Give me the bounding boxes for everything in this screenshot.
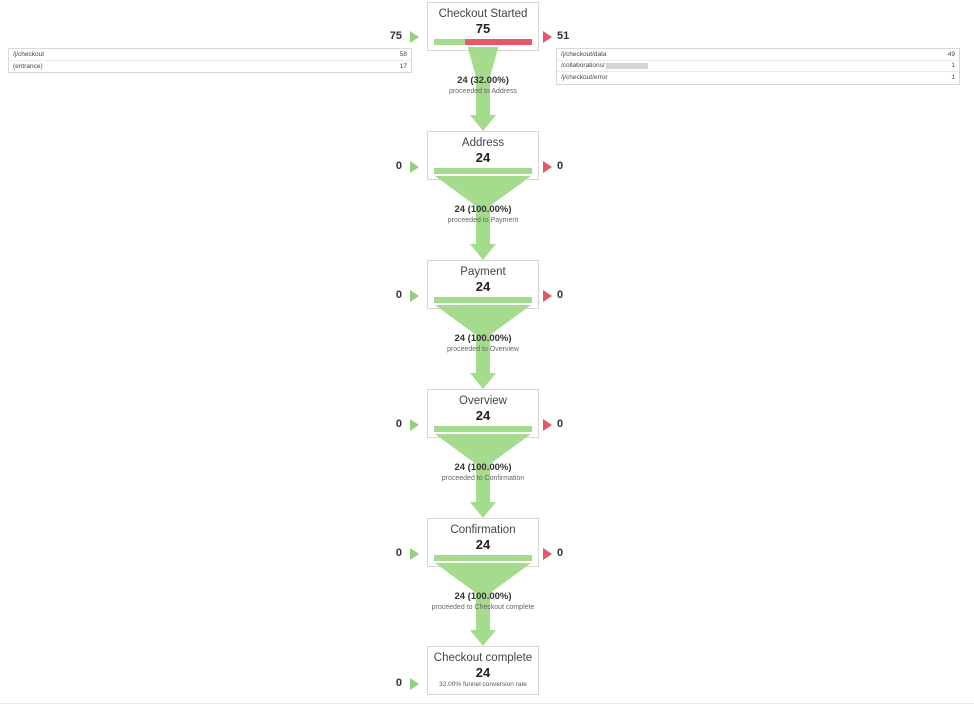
stage-exits-count: 0 <box>557 289 564 301</box>
stage-value: 24 <box>475 279 491 294</box>
exit-destination-label: /j/checkout/error <box>561 74 608 82</box>
stage-value: 24 <box>475 150 491 165</box>
stage-value: 75 <box>475 21 491 36</box>
flow-count-and-percent: 24 (100.00%) <box>454 591 512 602</box>
bottom-divider <box>0 703 974 704</box>
entries-arrow-icon <box>410 678 419 690</box>
stage-title: Checkout Started <box>438 8 528 20</box>
flow-label: 24 (100.00%) proceeded to Checkout comple… <box>363 591 603 613</box>
stage-progress-bar <box>434 168 532 174</box>
stage-title: Address <box>461 137 505 149</box>
flow-description: proceeded to Confirmation <box>441 475 525 482</box>
funnel-stage[interactable]: Confirmation 24 <box>427 518 539 567</box>
exit-destination-row[interactable]: /j/checkout/data 49 <box>557 49 959 61</box>
funnel-conversion-rate: 32.00% funnel conversion rate <box>439 681 527 688</box>
stage-title: Overview <box>459 395 507 407</box>
entries-arrow-icon <box>410 290 419 302</box>
entries-arrow-icon <box>410 161 419 173</box>
entry-source-label: /j/checkout <box>13 50 45 58</box>
funnel-stage[interactable]: Overview 24 <box>427 389 539 438</box>
entry-sources-table: /j/checkout 58 (entrance) 17 <box>8 48 412 73</box>
stage-title: Confirmation <box>450 524 516 536</box>
entries-arrow-icon <box>410 31 419 43</box>
exits-arrow-icon <box>543 290 552 302</box>
entries-arrow-icon <box>410 419 419 431</box>
stage-progress-bar <box>434 39 532 45</box>
funnel-stage[interactable]: Checkout complete 24 32.00% funnel convers… <box>427 646 539 695</box>
stage-entries-count: 0 <box>395 160 402 172</box>
progress-segment-proceeded <box>434 426 532 432</box>
exit-destination-value: 1 <box>951 74 955 82</box>
redacted-path-block <box>605 62 648 69</box>
flow-label: 24 (100.00%) proceeded to Confirmation <box>363 462 603 484</box>
exits-arrow-icon <box>543 161 552 173</box>
exits-arrow-icon <box>543 419 552 431</box>
stage-value: 24 <box>475 537 491 552</box>
funnel-stage[interactable]: Address 24 <box>427 131 539 180</box>
stage-title: Checkout complete <box>433 652 533 664</box>
flow-description: proceeded to Payment <box>447 217 519 224</box>
exits-arrow-icon <box>543 31 552 43</box>
stage-entries-count: 75 <box>389 30 402 42</box>
funnel-stage[interactable]: Checkout Started 75 <box>427 2 539 51</box>
stage-entries-count: 0 <box>395 418 402 430</box>
entry-source-row[interactable]: (entrance) 17 <box>9 61 411 73</box>
exit-destination-row[interactable]: /j/checkout/error 1 <box>557 72 959 84</box>
funnel-stage[interactable]: Payment 24 <box>427 260 539 309</box>
funnel-visualization: /j/checkout 58 (entrance) 17 /j/checkout/da… <box>0 0 974 706</box>
flow-count-and-percent: 24 (32.00%) <box>457 75 509 86</box>
stage-value: 24 <box>475 665 491 680</box>
stage-progress-bar <box>434 555 532 561</box>
stage-exits-count: 0 <box>557 418 564 430</box>
flow-count-and-percent: 24 (100.00%) <box>454 204 512 215</box>
stage-title: Payment <box>460 266 506 278</box>
flow-label: 24 (32.00%) proceeded to Address <box>363 75 603 97</box>
exits-arrow-icon <box>543 548 552 560</box>
progress-segment-proceeded <box>434 168 532 174</box>
stage-value: 24 <box>475 408 491 423</box>
entries-arrow-icon <box>410 548 419 560</box>
stage-entries-count: 0 <box>395 677 402 689</box>
exit-destination-label: /j/checkout/data <box>561 50 607 58</box>
stage-progress-bar <box>434 426 532 432</box>
progress-segment-dropped <box>465 39 532 45</box>
exit-destination-row[interactable]: /collaborations/1 <box>557 61 959 72</box>
stage-exits-count: 0 <box>557 547 564 559</box>
flow-count-and-percent: 24 (100.00%) <box>454 462 512 473</box>
stage-entries-count: 0 <box>395 547 402 559</box>
stage-exits-count: 51 <box>557 30 570 42</box>
stage-exits-count: 0 <box>557 160 564 172</box>
exit-destinations-table: /j/checkout/data 49/collaborations/1/j/ch… <box>556 48 960 85</box>
flow-description: proceeded to Checkout complete <box>431 604 535 611</box>
entry-source-row[interactable]: /j/checkout 58 <box>9 49 411 61</box>
entry-source-value: 58 <box>399 50 407 58</box>
progress-segment-proceeded <box>434 297 532 303</box>
exit-destination-value: 49 <box>947 50 955 58</box>
entry-source-label: (entrance) <box>13 62 43 70</box>
exit-destination-value: 1 <box>951 62 955 70</box>
flow-description: proceeded to Address <box>448 88 518 95</box>
stage-entries-count: 0 <box>395 289 402 301</box>
stage-progress-bar <box>434 297 532 303</box>
progress-segment-proceeded <box>434 39 466 45</box>
flow-label: 24 (100.00%) proceeded to Overview <box>363 333 603 355</box>
progress-segment-proceeded <box>434 555 532 561</box>
flow-label: 24 (100.00%) proceeded to Payment <box>363 204 603 226</box>
entry-source-value: 17 <box>399 62 407 70</box>
flow-description: proceeded to Overview <box>447 346 519 353</box>
exit-destination-label: /collaborations/ <box>561 62 945 69</box>
flow-count-and-percent: 24 (100.00%) <box>454 333 512 344</box>
